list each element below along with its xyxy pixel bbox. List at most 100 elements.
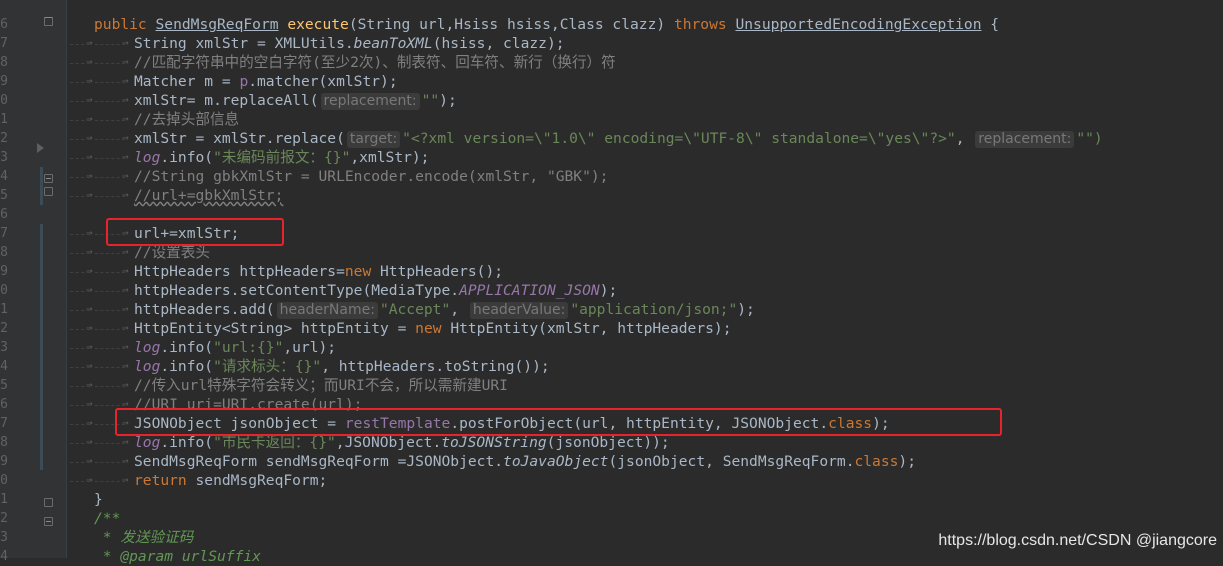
fold-toggle-icon[interactable] (44, 17, 53, 26)
vcs-change-marker[interactable] (40, 167, 43, 205)
line-number: 8 (0, 55, 8, 70)
line-number: 4 (0, 359, 8, 374)
line-number: 7 (0, 36, 8, 51)
indent-arrow-icon: → (86, 74, 93, 87)
indent-arrow-icon: → (122, 435, 129, 448)
watermark: https://blog.csdn.net/CSDN @jiangcore (938, 532, 1217, 549)
code-line: } (94, 491, 103, 508)
highlight-box-url-append (106, 218, 284, 246)
indent-arrow-icon: → (122, 112, 129, 125)
indent-arrow-icon: → (122, 454, 129, 467)
indent-guide (95, 177, 125, 178)
code-line: return sendMsgReqForm; (134, 472, 328, 489)
indent-arrow-icon: → (86, 36, 93, 49)
line-number: 9 (0, 454, 8, 469)
line-number: 8 (0, 245, 8, 260)
indent-guide (95, 63, 125, 64)
indent-arrow-icon: → (86, 245, 93, 258)
line-number: 3 (0, 530, 8, 545)
indent-arrow-icon: → (86, 226, 93, 239)
line-number: 1 (0, 112, 8, 127)
indent-arrow-icon: → (86, 321, 93, 334)
indent-guide (95, 120, 125, 121)
indent-guide (95, 196, 125, 197)
indent-arrow-icon: → (86, 112, 93, 125)
vcs-change-marker[interactable] (40, 224, 43, 470)
code-line: xmlStr= m.replaceAll(replacement: ""); (134, 92, 457, 110)
line-number: 6 (0, 397, 8, 412)
comment-line: //匹配字符串中的空白字符(至少2次)、制表符、回车符、新行（换行）符 (134, 54, 616, 71)
code-line: xmlStr = xmlStr.replace(target: "<?xml ve… (134, 130, 1103, 148)
line-number: 9 (0, 74, 8, 89)
indent-arrow-icon: → (122, 36, 129, 49)
indent-guide (95, 443, 125, 444)
line-number: 8 (0, 435, 8, 450)
line-number: 3 (0, 150, 8, 165)
javadoc-line: /** (94, 510, 121, 527)
line-number: 2 (0, 511, 8, 526)
javadoc-line: * 发送验证码 (94, 529, 194, 546)
indent-guide (95, 158, 125, 159)
line-number: 1 (0, 302, 8, 317)
code-line: HttpHeaders httpHeaders=new HttpHeaders(… (134, 263, 504, 280)
code-line: log.info("未编码前报文：{}",xmlStr); (134, 149, 430, 166)
line-number: 7 (0, 416, 8, 431)
comment-line: //String gbkXmlStr = URLEncoder.encode(x… (134, 168, 609, 185)
indent-arrow-icon: → (86, 473, 93, 486)
indent-guide (95, 82, 125, 83)
indent-arrow-icon: → (122, 359, 129, 372)
indent-arrow-icon: → (122, 169, 129, 182)
code-line: SendMsgReqForm sendMsgReqForm =JSONObjec… (134, 453, 916, 470)
line-number: 1 (0, 492, 8, 507)
indent-guide (95, 481, 125, 482)
indent-arrow-icon: → (86, 416, 93, 429)
indent-guide (95, 253, 125, 254)
line-number: 4 (0, 549, 8, 564)
indent-arrow-icon: → (122, 55, 129, 68)
line-number: 6 (0, 17, 8, 32)
fold-toggle-icon[interactable] (44, 174, 53, 183)
indent-arrow-icon: → (86, 454, 93, 467)
indent-guide (95, 348, 125, 349)
code-line: log.info("请求标头：{}", httpHeaders.toString… (134, 358, 550, 375)
line-number: 7 (0, 226, 8, 241)
code-line: String xmlStr = XMLUtils.beanToXML(hsiss… (134, 35, 565, 52)
fold-toggle-icon[interactable] (44, 498, 53, 507)
line-number: 6 (0, 207, 8, 222)
parameter-hint: replacement: (320, 93, 420, 110)
indent-arrow-icon: → (86, 340, 93, 353)
line-number: 2 (0, 131, 8, 146)
indent-arrow-icon: → (122, 378, 129, 391)
line-number: 3 (0, 340, 8, 355)
line-number: 0 (0, 283, 8, 298)
breakpoint-arrow-icon[interactable] (37, 143, 44, 153)
indent-arrow-icon: → (122, 283, 129, 296)
indent-arrow-icon: → (86, 302, 93, 315)
indent-arrow-icon: → (86, 169, 93, 182)
indent-guide (95, 405, 125, 406)
indent-arrow-icon: → (122, 131, 129, 144)
fold-toggle-icon[interactable] (44, 517, 53, 526)
indent-arrow-icon: → (122, 150, 129, 163)
line-number: 4 (0, 169, 8, 184)
code-line: HttpEntity<String> httpEntity = new Http… (134, 320, 732, 337)
parameter-hint: target: (346, 131, 401, 148)
indent-guide (95, 44, 125, 45)
indent-arrow-icon: → (122, 473, 129, 486)
indent-arrow-icon: → (86, 435, 93, 448)
parameter-hint: headerName: (276, 302, 378, 319)
indent-guide (95, 139, 125, 140)
code-line: public SendMsgReqForm execute(String url… (94, 16, 1000, 33)
parameter-hint: replacement: (975, 131, 1075, 148)
indent-arrow-icon: → (86, 283, 93, 296)
indent-arrow-icon: → (122, 340, 129, 353)
editor-gutter: 6 7 8 9 0 1 2 3 4 5 6 7 8 9 0 1 2 3 4 5 6 7 8 9 0 1 2 3 4 (0, 0, 67, 564)
code-line: httpHeaders.setContentType(MediaType.APP… (134, 282, 618, 299)
indent-arrow-icon: → (86, 359, 93, 372)
indent-guide (95, 386, 125, 387)
line-number: 5 (0, 378, 8, 393)
fold-toggle-icon[interactable] (44, 187, 53, 196)
highlight-box-post-request (115, 408, 1002, 436)
parameter-hint: headerValue: (469, 302, 569, 319)
code-line: Matcher m = p.matcher(xmlStr); (134, 73, 398, 90)
